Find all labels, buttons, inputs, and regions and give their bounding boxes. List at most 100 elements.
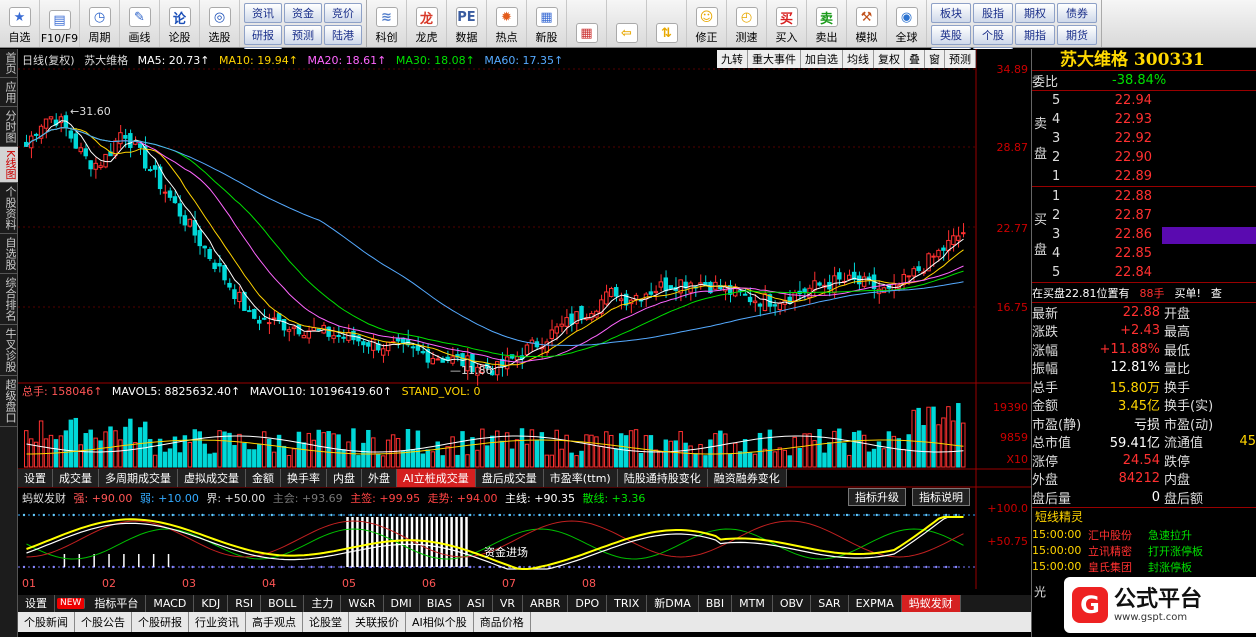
toolbar-论股-button[interactable]: 论论股 [160,0,200,47]
toolbar-F10/F9-button[interactable]: ▤ F10/F9 [40,0,80,47]
nav-item-8[interactable]: 超级盘口 [0,376,18,428]
formula-tab-5[interactable]: RSI [228,595,262,612]
chart-button-5[interactable]: 叠 [905,50,925,68]
formula-tab-1[interactable]: NEW [57,598,86,609]
bottom-tab-3[interactable]: 行业资讯 [189,612,246,632]
market-button-6[interactable]: 期指 [1015,25,1055,45]
bottom-tab-0[interactable]: 个股新闻 [18,612,75,632]
indicator-button-0[interactable]: 指标升级 [848,488,906,506]
bottom-tab-7[interactable]: AI相似个股 [406,612,474,632]
sprite-title[interactable]: 短线精灵 [1032,508,1256,527]
nav-item-1[interactable]: 应用 [0,78,18,107]
nav-item-0[interactable]: 首页 [0,49,18,78]
depth-row[interactable]: 2 22.90 [1032,148,1256,167]
grid-button-4[interactable]: 预测 [284,25,322,45]
grid-button-5[interactable]: 陆港 [324,25,362,45]
formula-tab-8[interactable]: W&R [341,595,384,612]
toolbar-修正-button[interactable]: ☺ 修正 [687,0,727,47]
nav-item-4[interactable]: 个股资料 [0,183,18,235]
toolbar-全球-button[interactable]: ◉ 全球 [887,0,927,47]
market-button-5[interactable]: 个股 [973,25,1013,45]
sprite-row[interactable]: 15:00:00 皇氏集团 封涨停板 [1032,559,1256,575]
indicator-button-1[interactable]: 指标说明 [912,488,970,506]
chart-button-3[interactable]: 均线 [843,50,874,68]
nav-item-3[interactable]: K线图 [0,147,18,184]
inbuy-more[interactable]: 查 [1211,285,1222,301]
chart-button-2[interactable]: 加自选 [801,50,843,68]
bottom-tab-5[interactable]: 论股堂 [303,612,349,632]
toolbar-模拟-button[interactable]: ⚒ 模拟 [847,0,887,47]
toolbar-自选-button[interactable]: ★ 自选 [0,0,40,47]
formula-tab-15[interactable]: TRIX [607,595,648,612]
toolbar-选股-button[interactable]: ◎ 选股 [200,0,240,47]
nav-item-2[interactable]: 分时图 [0,107,18,147]
bottom-tab-2[interactable]: 个股研报 [132,612,189,632]
toolbar-数据-button[interactable]: PE 数据 [447,0,487,47]
depth-row[interactable]: 4 22.85 [1032,244,1256,263]
formula-tab-18[interactable]: MTM [732,595,773,612]
volume-tab-7[interactable]: 外盘 [362,469,397,487]
market-button-4[interactable]: 英股 [931,25,971,45]
volume-tab-1[interactable]: 成交量 [53,469,99,487]
grid-button-0[interactable]: 资讯 [244,3,282,23]
toolbar-热点-button[interactable]: ✹ 热点 [487,0,527,47]
market-button-0[interactable]: 板块 [931,3,971,23]
market-button-7[interactable]: 期货 [1057,25,1097,45]
formula-tab-19[interactable]: OBV [773,595,812,612]
formula-tab-4[interactable]: KDJ [194,595,229,612]
grid-button-2[interactable]: 竞价 [324,3,362,23]
nav-item-6[interactable]: 综合排名 [0,274,18,326]
toolbar-画线-button[interactable]: ✎ 画线 [120,0,160,47]
toolbar-up-down-icon-button[interactable]: ⇅ [647,0,687,47]
volume-tab-3[interactable]: 虚拟成交量 [178,469,246,487]
bottom-tab-8[interactable]: 商品价格 [474,612,531,632]
sprite-row[interactable]: 15:00:00 立讯精密 打开涨停板 [1032,543,1256,559]
period-label[interactable]: 日线(复权) [22,54,75,67]
formula-tab-16[interactable]: 新DMA [647,595,699,612]
sprite-row[interactable]: 15:00:00 汇中股份 急速拉升 [1032,527,1256,543]
depth-row[interactable]: 4 22.93 [1032,110,1256,129]
depth-row[interactable]: 5 22.84 [1032,263,1256,282]
depth-row[interactable]: 1 22.89 [1032,167,1256,186]
toolbar-龙虎-button[interactable]: 龙龙虎 [407,0,447,47]
volume-tab-11[interactable]: 陆股通持股变化 [618,469,708,487]
formula-tab-12[interactable]: VR [493,595,523,612]
chart-button-4[interactable]: 复权 [874,50,905,68]
formula-tab-9[interactable]: DMI [384,595,420,612]
volume-tab-8[interactable]: AI立桩成交量 [397,469,476,487]
bottom-tab-4[interactable]: 高手观点 [246,612,303,632]
market-button-3[interactable]: 债券 [1057,3,1097,23]
depth-row[interactable]: 2 22.87 [1032,206,1256,225]
kline-chart[interactable]: ←31.60 —11.86 资金进场 [18,49,1031,589]
grid-button-3[interactable]: 研报 [244,25,282,45]
market-button-1[interactable]: 股指 [973,3,1013,23]
bottom-tab-6[interactable]: 关联报价 [349,612,406,632]
formula-tab-6[interactable]: BOLL [261,595,305,612]
formula-tab-20[interactable]: SAR [811,595,849,612]
depth-row[interactable]: 1 22.88 [1032,187,1256,206]
formula-tab-11[interactable]: ASI [460,595,493,612]
formula-tab-22[interactable]: 蚂蚁发财 [901,595,961,612]
toolbar-新股-button[interactable]: ▦ 新股 [527,0,567,47]
nav-item-5[interactable]: 自选股 [0,234,18,275]
toolbar-color-grid-icon-button[interactable]: ▦ [567,0,607,47]
volume-tab-2[interactable]: 多周期成交量 [99,469,178,487]
depth-row[interactable]: 3 22.92 [1032,129,1256,148]
formula-tab-14[interactable]: DPO [568,595,608,612]
volume-tab-9[interactable]: 盘后成交量 [476,469,544,487]
toolbar-卖出-button[interactable]: 卖卖出 [807,0,847,47]
volume-tab-4[interactable]: 金额 [246,469,281,487]
volume-tab-6[interactable]: 内盘 [327,469,362,487]
formula-tab-2[interactable]: 指标平台 [87,595,147,612]
chart-button-7[interactable]: 预测 [945,50,976,68]
formula-tab-21[interactable]: EXPMA [849,595,902,612]
formula-tab-13[interactable]: ARBR [523,595,569,612]
formula-tab-3[interactable]: MACD [146,595,195,612]
chart-button-1[interactable]: 重大事件 [748,50,801,68]
toolbar-买入-button[interactable]: 买买入 [767,0,807,47]
formula-tab-0[interactable]: 设置 [18,595,55,612]
grid-button-1[interactable]: 资金 [284,3,322,23]
nav-item-7[interactable]: 牛叉诊股 [0,325,18,377]
chart-button-0[interactable]: 九转 [717,50,748,68]
volume-tab-0[interactable]: 设置 [18,469,53,487]
